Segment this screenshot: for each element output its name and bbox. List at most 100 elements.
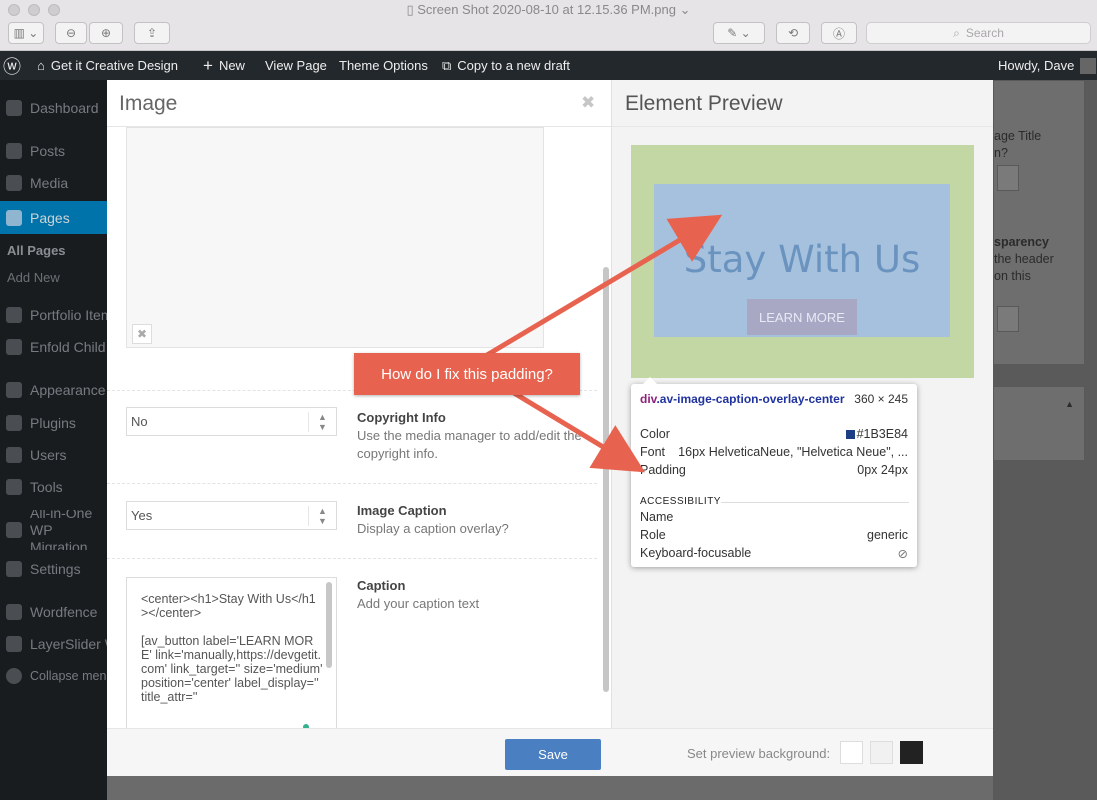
inspector-role-row: Role generic (640, 528, 908, 542)
media-icon (6, 175, 22, 191)
sidebar-item-plugins[interactable]: Plugins (0, 413, 107, 433)
sidebar-item-label: LayerSlider WP (30, 636, 107, 652)
sidebar-item-label: Enfold Child (30, 339, 106, 355)
dashboard-icon (6, 100, 22, 116)
sidebar-item-dashboard[interactable]: Dashboard (0, 98, 107, 118)
sidebar-item-posts[interactable]: Posts (0, 141, 107, 161)
sidebar-item-label: Collapse menu (30, 669, 107, 683)
theme-options-link[interactable]: Theme Options (339, 51, 428, 80)
sidebar-item-label: Dashboard (30, 100, 99, 116)
background-select (997, 306, 1019, 332)
accessibility-heading: ACCESSIBILITY (640, 496, 721, 507)
sidebar-item-users[interactable]: Users (0, 445, 107, 465)
preview-bg-white-swatch[interactable] (840, 741, 863, 764)
name-label: Name (640, 510, 674, 524)
chevron-down-icon[interactable]: ⌄ (680, 2, 691, 17)
preview-bg-dark-swatch[interactable] (900, 741, 923, 764)
preview-heading: Stay With Us (683, 238, 921, 281)
avatar (1080, 57, 1097, 74)
sidebar-item-media[interactable]: Media (0, 173, 107, 193)
sidebar-item-label: Wordfence (30, 604, 98, 620)
sidebar-item-label: Tools (30, 479, 63, 495)
preview-bg-light-swatch[interactable] (870, 741, 893, 764)
copyright-select[interactable]: No ▲ ▼ (126, 407, 337, 436)
sidebar-item-enfold-child[interactable]: Enfold Child (0, 337, 107, 357)
preview-title: Element Preview (625, 92, 783, 115)
caption-textarea[interactable]: <center><h1>Stay With Us</h1></center> [… (126, 577, 337, 729)
zoom-in-button[interactable]: ⊕ (89, 22, 123, 44)
site-name-link[interactable]: ⌂ Get it Creative Design (37, 51, 178, 80)
search-field[interactable]: ⌕ Search (866, 22, 1091, 44)
select-arrows-icon: ▲ ▼ (308, 412, 336, 432)
remove-image-icon[interactable]: ✖ (132, 324, 152, 344)
caption-description: Add your caption text (357, 596, 480, 611)
sidebar-sub-add-new[interactable]: Add New (7, 270, 60, 285)
zoom-out-button[interactable]: ⊖ (55, 22, 87, 44)
pages-icon (6, 209, 22, 226)
zoom-out-icon: ⊖ (65, 26, 77, 40)
window-title-text: Screen Shot 2020-08-10 at 12.15.36 PM.pn… (417, 2, 676, 17)
sidebar-toggle-button[interactable]: ▥ ⌄ (8, 22, 44, 44)
caption-overlay-highlight[interactable]: Stay With Us LEARN MORE (654, 184, 950, 337)
selector-tag: div (640, 392, 657, 406)
modal-title: Image (119, 92, 178, 115)
admin-sidebar: Dashboard Posts Media Pages All Pages Ad… (0, 80, 107, 800)
pen-icon: ✎ ⌄ (727, 26, 751, 40)
caption-label: Caption (357, 578, 406, 593)
account-link[interactable]: Howdy, Dave (998, 51, 1097, 80)
sidebar-item-label: Pages (30, 209, 70, 226)
sidebar-collapse-menu[interactable]: Collapse menu (0, 666, 107, 686)
sidebar-sub-all-pages[interactable]: All Pages (7, 243, 66, 258)
color-label: Color (640, 427, 670, 441)
plus-icon: + (203, 55, 213, 75)
sidebar-icon: ▥ ⌄ (13, 26, 39, 40)
view-page-link[interactable]: View Page (265, 51, 327, 80)
textarea-scrollbar[interactable] (326, 582, 332, 668)
preview-background-label: Set preview background: (687, 746, 831, 761)
wordpress-logo-icon[interactable]: ⓦ (3, 51, 21, 80)
sidebar-item-tools[interactable]: Tools (0, 477, 107, 497)
inspector-tooltip: div.av-image-caption-overlay-center 360 … (631, 377, 917, 567)
sidebar-item-portfolio[interactable]: Portfolio Items (0, 305, 107, 325)
sidebar-item-pages[interactable]: Pages (0, 201, 107, 234)
new-link[interactable]: + New (203, 51, 245, 80)
portfolio-icon (6, 307, 22, 323)
sidebar-item-settings[interactable]: Settings (0, 559, 107, 579)
sidebar-item-appearance[interactable]: Appearance (0, 380, 107, 400)
save-button[interactable]: Save (505, 739, 601, 770)
background-select (997, 165, 1019, 191)
divider (612, 126, 993, 127)
sidebar-item-label: All-in-One WP Migration (30, 510, 93, 550)
sidebar-item-migration[interactable]: All-in-One WP Migration (0, 510, 104, 550)
inspector-selector: div.av-image-caption-overlay-center (640, 392, 845, 407)
settings-icon (6, 561, 22, 577)
wordfence-icon (6, 604, 22, 620)
annotate-button[interactable]: Ⓐ (821, 22, 857, 44)
rotate-button[interactable]: ⟲ (776, 22, 810, 44)
image-caption-select[interactable]: Yes ▲ ▼ (126, 501, 337, 530)
share-button[interactable]: ⇪ (134, 22, 170, 44)
sidebar-item-label: Appearance (30, 382, 106, 398)
copyright-label: Copyright Info (357, 410, 446, 425)
sidebar-item-layerslider[interactable]: LayerSlider WP (0, 634, 107, 654)
background-text-transparency: sparency (994, 235, 1049, 249)
search-icon: ⌕ (953, 25, 960, 40)
migration-icon (6, 522, 22, 538)
annotation-callout: How do I fix this padding? (354, 353, 580, 395)
settings-scrollbar[interactable] (603, 267, 609, 692)
learn-more-button[interactable]: LEARN MORE (747, 299, 857, 335)
sidebar-item-label: Settings (30, 561, 81, 577)
sidebar-item-label: Plugins (30, 415, 76, 431)
close-icon[interactable]: ✖ (581, 93, 595, 113)
copy-draft-link[interactable]: ⧉ Copy to a new draft (442, 51, 570, 80)
inspector-name-row: Name (640, 510, 908, 524)
home-icon: ⌂ (37, 58, 45, 73)
color-value-text: #1B3E84 (856, 427, 908, 441)
markup-button[interactable]: ✎ ⌄ (713, 22, 765, 44)
window-title: ▯ Screen Shot 2020-08-10 at 12.15.36 PM.… (0, 2, 1097, 18)
image-upload-preview[interactable]: ✖ (126, 127, 544, 348)
image-caption-label: Image Caption (357, 503, 447, 518)
select-arrows-icon: ▲ ▼ (308, 506, 336, 526)
role-value: generic (867, 528, 908, 542)
sidebar-item-wordfence[interactable]: Wordfence (0, 602, 107, 622)
